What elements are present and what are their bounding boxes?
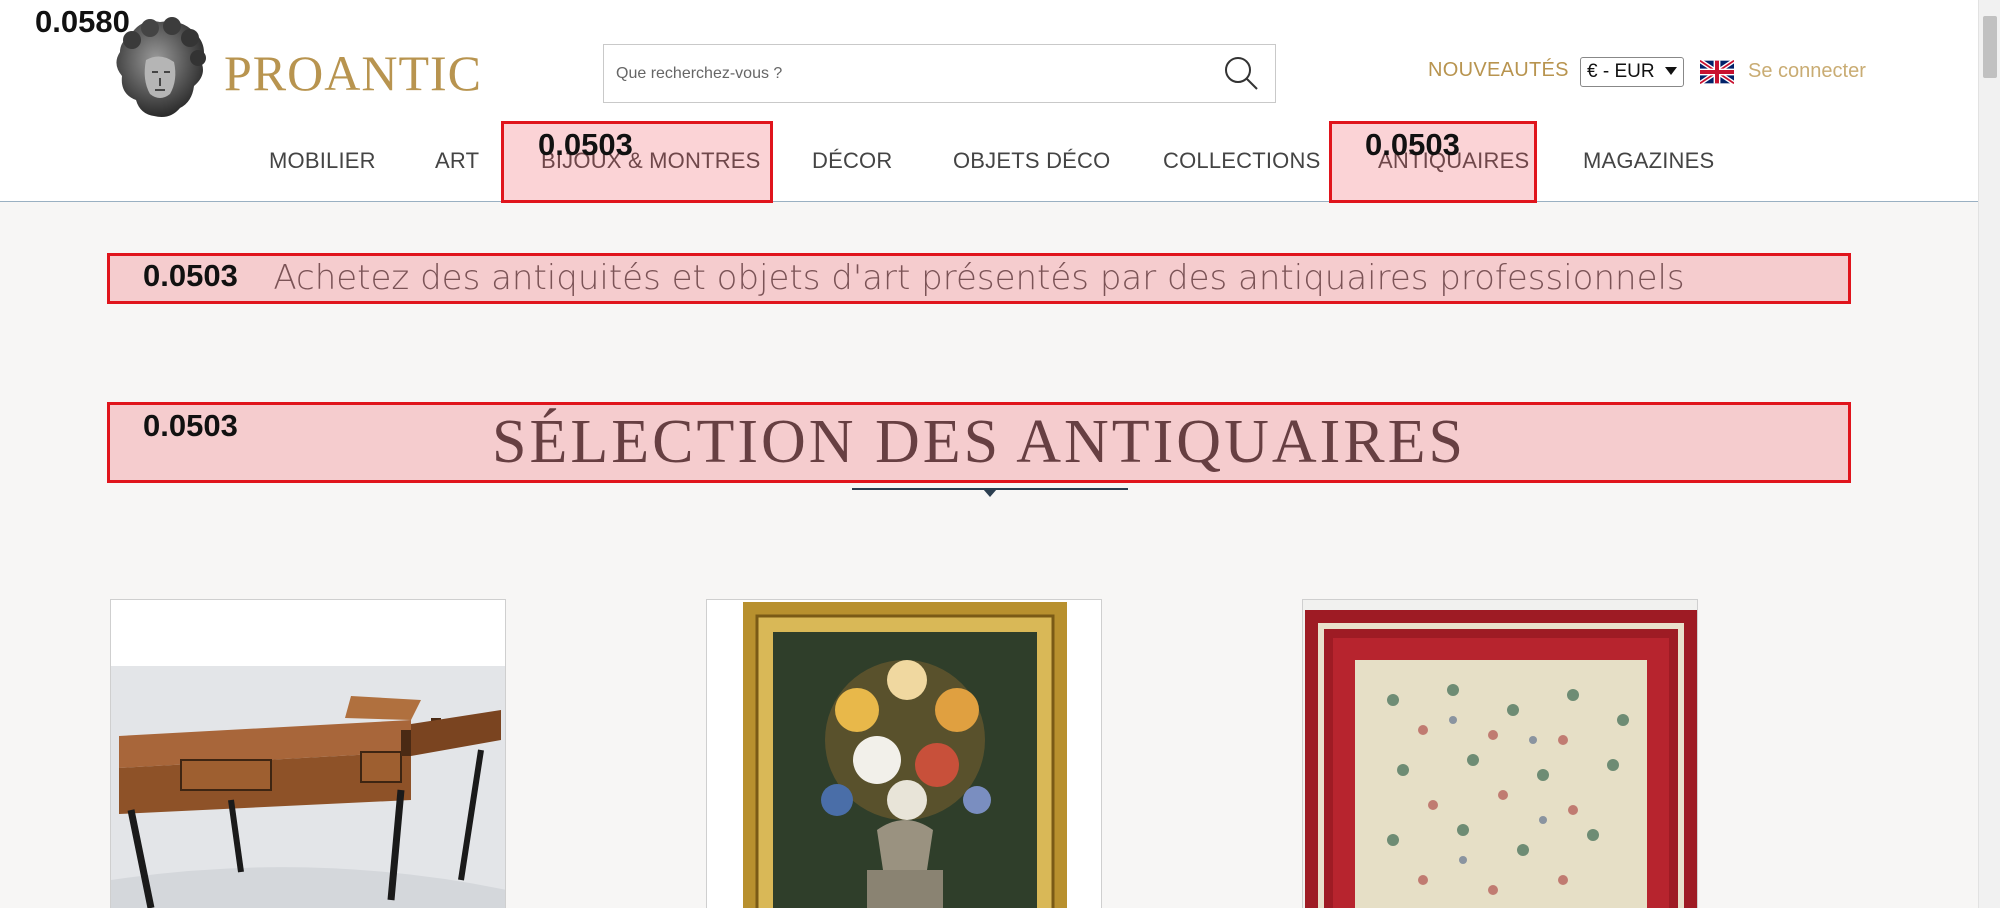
score-label-bijoux: 0.0503 bbox=[538, 127, 633, 162]
product-image-painting bbox=[707, 600, 1101, 908]
search-input[interactable] bbox=[616, 45, 1196, 102]
product-image-rug bbox=[1303, 600, 1697, 908]
product-card-desk[interactable] bbox=[110, 599, 506, 908]
new-arrivals-link[interactable]: NOUVEAUTÉS bbox=[1428, 59, 1569, 82]
currency-value: € - EUR bbox=[1587, 61, 1655, 82]
highlight-box-section-title bbox=[107, 402, 1851, 483]
product-card-painting[interactable] bbox=[706, 599, 1102, 908]
score-label-section-title: 0.0503 bbox=[143, 408, 238, 443]
chevron-down-icon bbox=[1665, 67, 1677, 75]
nav-item-decor[interactable]: DÉCOR bbox=[812, 148, 892, 174]
search-box bbox=[603, 44, 1276, 103]
search-icon bbox=[1225, 57, 1258, 90]
login-link[interactable]: Se connecter bbox=[1748, 60, 1866, 83]
nav-item-objets-deco[interactable]: OBJETS DÉCO bbox=[953, 148, 1110, 174]
site-header: PROANTIC NOUVEAUTÉS € - EUR Se connecter… bbox=[0, 0, 1978, 202]
logo-text[interactable]: PROANTIC bbox=[224, 44, 482, 102]
product-card-rug[interactable] bbox=[1302, 599, 1698, 908]
score-label-top-left: 0.0580 bbox=[35, 4, 130, 39]
caret-down-icon bbox=[983, 489, 997, 497]
main-nav: MOBILIER ART BIJOUX & MONTRES DÉCOR OBJE… bbox=[0, 148, 1978, 178]
nav-item-art[interactable]: ART bbox=[435, 148, 479, 174]
scrollbar-thumb[interactable] bbox=[1983, 16, 1997, 78]
nav-item-magazines[interactable]: MAGAZINES bbox=[1583, 148, 1714, 174]
uk-flag-icon[interactable] bbox=[1700, 60, 1734, 84]
search-button[interactable] bbox=[1221, 53, 1261, 93]
score-label-antiquaires: 0.0503 bbox=[1365, 127, 1460, 162]
highlight-box-tagline bbox=[107, 253, 1851, 304]
score-label-tagline: 0.0503 bbox=[143, 258, 238, 293]
currency-select[interactable]: € - EUR bbox=[1580, 57, 1684, 87]
page-scrollbar[interactable] bbox=[1978, 0, 2000, 908]
nav-item-mobilier[interactable]: MOBILIER bbox=[269, 148, 376, 174]
nav-item-collections[interactable]: COLLECTIONS bbox=[1163, 148, 1320, 174]
product-image-desk bbox=[111, 600, 505, 908]
